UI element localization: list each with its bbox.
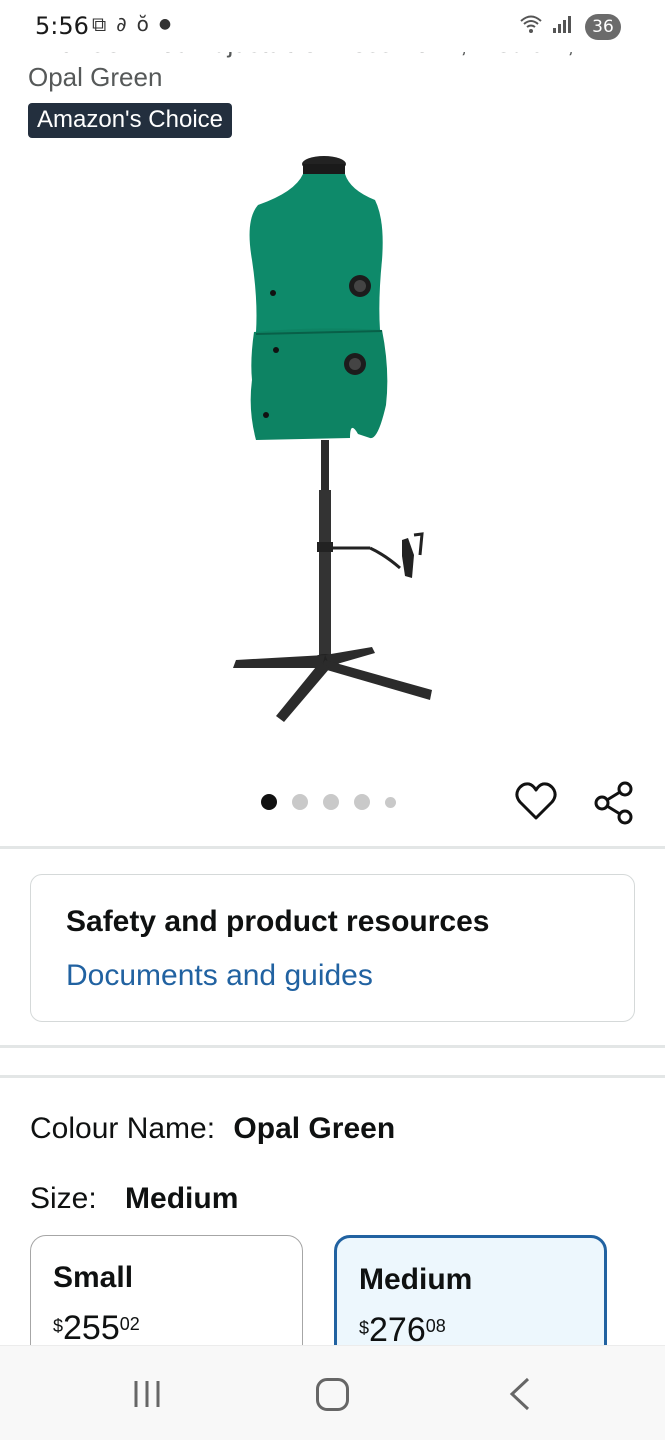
status-icons-right (519, 13, 575, 35)
carousel-dot[interactable] (354, 794, 370, 810)
status-bar: 5:56 ⧉ ∂ ŏ ● 36 (0, 0, 665, 52)
carousel-dot[interactable] (292, 794, 308, 810)
image-carousel-indicator[interactable] (261, 794, 396, 810)
dot-icon: ● (158, 16, 172, 32)
back-icon[interactable] (506, 1376, 534, 1412)
recent-apps-icon[interactable] (132, 1379, 162, 1409)
share-icon[interactable] (593, 780, 635, 826)
size-value: Medium (125, 1182, 239, 1215)
safety-resources-title: Safety and product resources (66, 905, 490, 938)
carousel-dot[interactable] (261, 794, 277, 810)
signal-icon (553, 16, 571, 33)
price-currency: $ (359, 1318, 370, 1338)
price-whole: 255 (63, 1309, 120, 1347)
app-notification-icon: ŏ (136, 12, 149, 36)
section-divider (0, 1045, 665, 1048)
size-price: $ 255 02 (53, 1310, 140, 1346)
size-price: $ 276 08 (359, 1312, 446, 1348)
safety-resources-card[interactable]: Safety and product resources Documents a… (30, 874, 635, 1022)
home-icon[interactable] (316, 1378, 349, 1411)
documents-and-guides-link[interactable]: Documents and guides (66, 959, 373, 993)
colour-option: Colour Name: Opal Green (30, 1112, 395, 1146)
carousel-dot[interactable] (323, 794, 339, 810)
product-image[interactable] (200, 150, 465, 740)
amazons-choice-badge: Amazon's Choice (28, 103, 232, 138)
status-icons-left: ⧉ ∂ ŏ ● (92, 12, 171, 36)
heart-icon[interactable] (514, 780, 558, 824)
battery-badge: 36 (585, 14, 621, 40)
status-time: 5:56 (35, 12, 89, 40)
carousel-dot[interactable] (385, 796, 396, 808)
system-navigation-bar (0, 1345, 665, 1440)
section-divider (0, 846, 665, 849)
section-divider (0, 1075, 665, 1078)
wifi-icon (520, 15, 542, 33)
price-fraction: 02 (119, 1314, 140, 1334)
price-fraction: 08 (425, 1316, 446, 1336)
size-label: Size: (30, 1182, 97, 1215)
price-whole: 276 (369, 1311, 426, 1349)
colour-label: Colour Name: (30, 1112, 216, 1145)
product-title-line2: Opal Green (28, 62, 163, 92)
size-name: Small (53, 1261, 134, 1294)
colour-value: Opal Green (233, 1112, 396, 1145)
link-icon: ∂ (116, 12, 127, 36)
size-name: Medium (359, 1263, 473, 1296)
screenshot-icon: ⧉ (92, 12, 107, 36)
size-option: Size: Medium (30, 1182, 238, 1216)
price-currency: $ (53, 1316, 64, 1336)
